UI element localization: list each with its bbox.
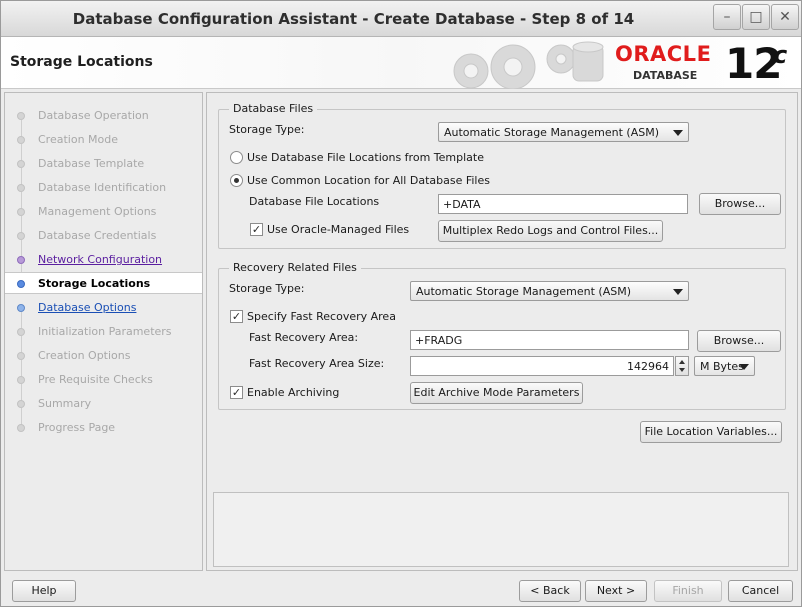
chevron-down-icon xyxy=(673,289,683,295)
specify-fra-label[interactable]: Specify Fast Recovery Area xyxy=(247,310,396,323)
step-prerequisite-checks: Pre Requisite Checks xyxy=(5,369,202,401)
recovery-storage-type-select[interactable]: Automatic Storage Management (ASM) xyxy=(410,281,689,301)
finish-button: Finish xyxy=(654,580,722,602)
step-dot-icon xyxy=(17,424,25,432)
fra-size-label: Fast Recovery Area Size: xyxy=(249,357,385,370)
edit-archive-mode-button[interactable]: Edit Archive Mode Parameters xyxy=(410,382,583,404)
maximize-icon[interactable]: □ xyxy=(742,4,770,30)
database-files-legend: Database Files xyxy=(229,102,318,115)
step-dot-icon xyxy=(17,256,25,264)
step-dot-icon xyxy=(17,304,25,312)
enable-archiving-checkbox[interactable]: ✓ xyxy=(230,386,243,399)
page-title: Storage Locations xyxy=(10,54,153,70)
db-file-locations-label: Database File Locations xyxy=(249,195,380,208)
chevron-down-icon xyxy=(739,364,749,370)
step-database-options[interactable]: Database Options xyxy=(5,297,202,329)
radio-template-locations[interactable] xyxy=(230,151,243,164)
back-button[interactable]: < Back xyxy=(519,580,581,602)
step-dot-icon xyxy=(17,328,25,336)
recovery-files-group: Recovery Related Files Storage Type: Aut… xyxy=(218,261,786,410)
page-header: Storage Locations ORACLE DATABASE 12 c xyxy=(1,37,801,89)
recovery-storage-type-label: Storage Type: xyxy=(229,282,305,295)
step-summary: Summary xyxy=(5,393,202,425)
step-database-identification: Database Identification xyxy=(5,177,202,209)
step-database-credentials: Database Credentials xyxy=(5,225,202,257)
step-database-template: Database Template xyxy=(5,153,202,185)
file-location-variables-button[interactable]: File Location Variables... xyxy=(640,421,782,443)
step-dot-icon xyxy=(17,232,25,240)
fra-size-stepper[interactable] xyxy=(675,356,689,376)
radio-template-label[interactable]: Use Database File Locations from Templat… xyxy=(247,151,484,164)
help-button[interactable]: Help xyxy=(12,580,76,602)
stepper-down-icon[interactable] xyxy=(679,368,685,372)
specify-fra-checkbox[interactable]: ✓ xyxy=(230,310,243,323)
use-omf-checkbox[interactable]: ✓ xyxy=(250,223,263,236)
use-omf-label[interactable]: Use Oracle-Managed Files xyxy=(267,223,409,236)
stepper-up-icon[interactable] xyxy=(679,360,685,364)
step-dot-icon xyxy=(17,400,25,408)
fra-size-input[interactable]: 142964 xyxy=(410,356,674,376)
step-dot-icon xyxy=(17,184,25,192)
step-storage-locations[interactable]: Storage Locations xyxy=(5,272,202,294)
step-network-configuration[interactable]: Network Configuration xyxy=(5,249,202,281)
step-progress-page: Progress Page xyxy=(5,417,202,439)
step-management-options: Management Options xyxy=(5,201,202,233)
database-files-group: Database Files Storage Type: Automatic S… xyxy=(218,102,786,249)
oracle-logo: ORACLE DATABASE 12 c xyxy=(615,39,788,88)
recovery-files-legend: Recovery Related Files xyxy=(229,261,361,274)
window-title: Database Configuration Assistant - Creat… xyxy=(72,10,635,28)
fra-size-unit-select[interactable]: M Bytes xyxy=(694,356,755,376)
dbca-window: Database Configuration Assistant - Creat… xyxy=(0,0,802,607)
radio-common-label[interactable]: Use Common Location for All Database Fil… xyxy=(247,174,490,187)
db-browse-button[interactable]: Browse... xyxy=(699,193,781,215)
step-dot-icon xyxy=(17,160,25,168)
db-storage-type-select[interactable]: Automatic Storage Management (ASM) xyxy=(438,122,689,142)
message-panel xyxy=(213,492,789,567)
title-bar: Database Configuration Assistant - Creat… xyxy=(1,1,801,37)
step-dot-icon xyxy=(17,352,25,360)
multiplex-redo-button[interactable]: Multiplex Redo Logs and Control Files... xyxy=(438,220,663,242)
step-dot-icon xyxy=(17,136,25,144)
step-dot-icon xyxy=(17,376,25,384)
db-file-locations-input[interactable]: +DATA xyxy=(438,194,688,214)
radio-common-location[interactable] xyxy=(230,174,243,187)
gears-graphic-icon xyxy=(453,41,604,89)
step-database-operation: Database Operation xyxy=(5,105,202,137)
fra-label: Fast Recovery Area: xyxy=(249,331,359,344)
cancel-button[interactable]: Cancel xyxy=(728,580,793,602)
chevron-down-icon xyxy=(673,130,683,136)
step-dot-icon xyxy=(17,112,25,120)
main-panel: Database Files Storage Type: Automatic S… xyxy=(206,92,798,571)
close-icon[interactable]: ✕ xyxy=(771,4,799,30)
step-dot-icon xyxy=(17,208,25,216)
db-storage-type-label: Storage Type: xyxy=(229,123,305,136)
step-creation-options: Creation Options xyxy=(5,345,202,377)
step-dot-icon xyxy=(17,280,25,288)
minimize-icon[interactable]: – xyxy=(713,4,741,30)
fra-browse-button[interactable]: Browse... xyxy=(697,330,781,352)
step-initialization-parameters: Initialization Parameters xyxy=(5,321,202,353)
enable-archiving-label[interactable]: Enable Archiving xyxy=(247,386,339,399)
steps-sidebar: Database Operation Creation Mode Databas… xyxy=(4,92,203,571)
fra-input[interactable]: +FRADG xyxy=(410,330,689,350)
next-button[interactable]: Next > xyxy=(585,580,647,602)
step-creation-mode: Creation Mode xyxy=(5,129,202,161)
